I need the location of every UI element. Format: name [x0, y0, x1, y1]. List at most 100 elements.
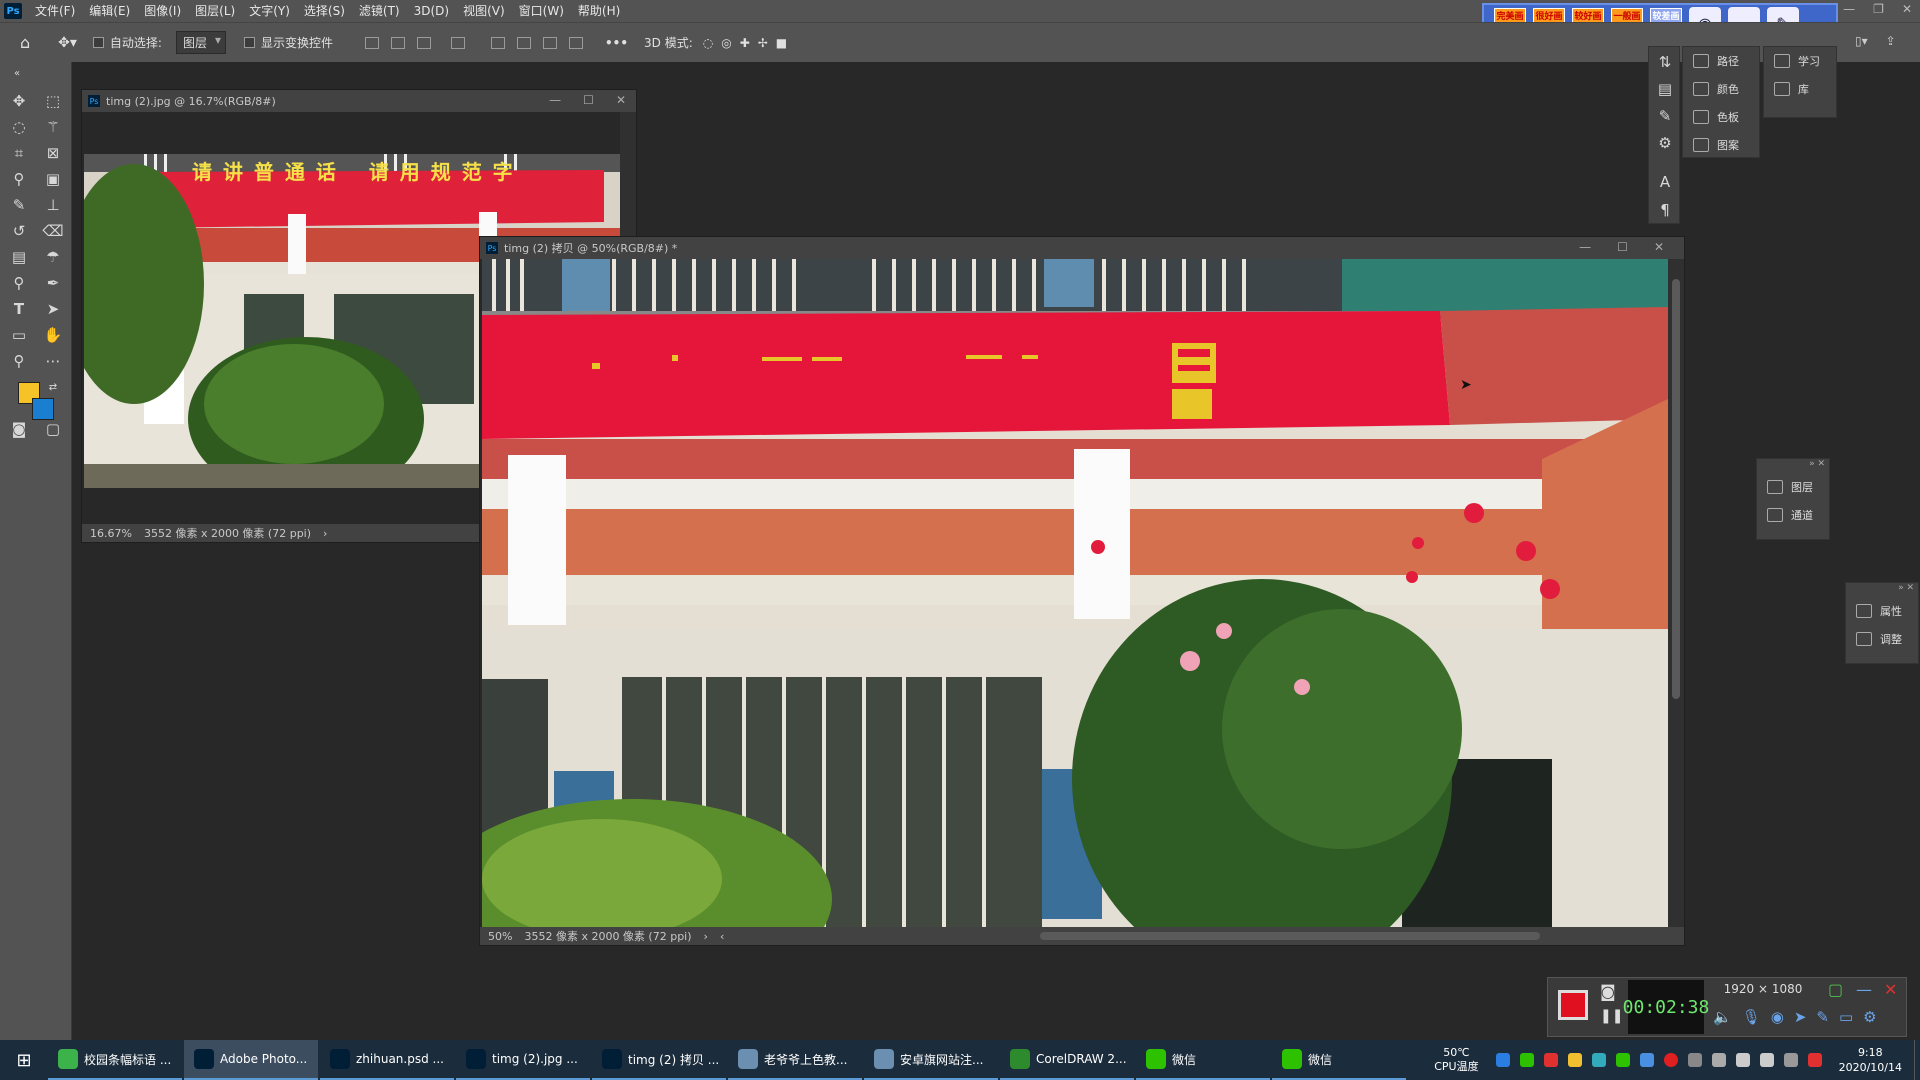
eraser-tool-icon[interactable]: ⌫: [42, 220, 64, 242]
microphone-icon[interactable]: 🎙: [1742, 1008, 1761, 1026]
adjustments-icon[interactable]: ⚙: [1654, 132, 1676, 154]
show-transform-checkbox[interactable]: [243, 37, 255, 48]
tray-record-icon[interactable]: [1663, 1053, 1678, 1067]
menu-view[interactable]: 视图(V): [456, 0, 512, 22]
region-icon[interactable]: ▢: [1828, 980, 1843, 999]
layer-select-dropdown[interactable]: 图层: [175, 31, 226, 54]
home-icon[interactable]: ⌂: [20, 33, 30, 52]
menu-edit[interactable]: 编辑(E): [82, 0, 137, 22]
tray-app-icon[interactable]: [1807, 1053, 1822, 1067]
collapse-icon[interactable]: «: [6, 62, 28, 84]
zoom-tool-icon[interactable]: ⚲: [8, 350, 30, 372]
document-info[interactable]: 3552 像素 x 2000 像素 (72 ppi): [524, 928, 691, 944]
restore-icon[interactable]: ❐: [1873, 2, 1884, 16]
brush-tool-icon[interactable]: ✎: [8, 194, 30, 216]
document-window-copy[interactable]: Ps timg (2) 拷贝 @ 50%(RGB/8#) * — ☐ ✕ ➤ 5…: [479, 236, 1685, 946]
pause-icon[interactable]: ❚❚: [1600, 1008, 1623, 1024]
history-brush-icon[interactable]: ↺: [8, 220, 30, 242]
menu-select[interactable]: 选择(S): [297, 0, 352, 22]
stamp-tool-icon[interactable]: ⊥: [42, 194, 64, 216]
magic-wand-tool-icon[interactable]: ⚚: [42, 116, 64, 138]
volume-icon[interactable]: [1759, 1053, 1774, 1067]
panel-collapse-icon[interactable]: » ✕: [1846, 583, 1918, 597]
tray-wechat-icon[interactable]: [1615, 1053, 1630, 1067]
share-icon[interactable]: ⇪: [1886, 34, 1896, 48]
taskbar-item[interactable]: 微信: [1136, 1040, 1270, 1080]
taskbar-item[interactable]: Adobe Photo...: [184, 1040, 318, 1080]
panel-adjustments[interactable]: 调整: [1846, 625, 1918, 653]
panel-properties[interactable]: 属性: [1846, 597, 1918, 625]
stop-record-button[interactable]: [1558, 990, 1588, 1020]
align-middle-icon[interactable]: [517, 36, 531, 49]
maximize-icon[interactable]: ☐: [583, 93, 594, 107]
panel-swatches[interactable]: 色板: [1683, 103, 1759, 131]
align-bottom-icon[interactable]: [543, 36, 557, 49]
document-title-bar[interactable]: Ps timg (2) 拷贝 @ 50%(RGB/8#) * — ☐ ✕: [480, 237, 1684, 259]
more-options-button[interactable]: •••: [605, 36, 628, 50]
brush-settings-icon[interactable]: ✎: [1654, 105, 1676, 127]
pen-icon[interactable]: ✎: [1816, 1008, 1829, 1026]
paragraph-icon[interactable]: ¶: [1654, 199, 1676, 221]
scrollbar-thumb[interactable]: [1672, 279, 1680, 699]
distribute-icon[interactable]: [451, 36, 465, 49]
crop-tool-icon[interactable]: ⌗: [8, 142, 30, 164]
menu-window[interactable]: 窗口(W): [512, 0, 571, 22]
panel-channels[interactable]: 通道: [1757, 501, 1829, 529]
taskbar-item[interactable]: 安卓旗网站注...: [864, 1040, 998, 1080]
taskbar-item[interactable]: 校园条幅标语 ...: [48, 1040, 182, 1080]
close-icon[interactable]: ✕: [616, 93, 626, 107]
patch-tool-icon[interactable]: ▣: [42, 168, 64, 190]
settings-icon[interactable]: ⚙: [1863, 1008, 1876, 1026]
tray-wechat-icon[interactable]: [1519, 1053, 1534, 1067]
zoom-level[interactable]: 50%: [488, 930, 512, 943]
frame-tool-icon[interactable]: ⊠: [42, 142, 64, 164]
windows-start-icon[interactable]: ⊞: [0, 1040, 48, 1080]
menu-help[interactable]: 帮助(H): [571, 0, 627, 22]
rectangle-tool-icon[interactable]: ▭: [8, 324, 30, 346]
move-tool-icon[interactable]: ✥: [8, 90, 30, 112]
panel-patterns[interactable]: 图案: [1683, 131, 1759, 159]
tray-app-icon[interactable]: [1783, 1053, 1798, 1067]
menu-layer[interactable]: 图层(L): [188, 0, 242, 22]
tray-app-icon[interactable]: [1543, 1053, 1558, 1067]
panel-layers[interactable]: 图层: [1757, 473, 1829, 501]
close-icon[interactable]: ✕: [1902, 2, 1912, 16]
horizontal-scrollbar-thumb[interactable]: [1040, 932, 1540, 940]
menu-filter[interactable]: 滤镜(T): [352, 0, 407, 22]
clock[interactable]: 9:18 2020/10/14: [1839, 1045, 1902, 1075]
taskbar-item[interactable]: CorelDRAW 2...: [1000, 1040, 1134, 1080]
panel-collapse-icon[interactable]: » ✕: [1757, 459, 1829, 473]
type-tool-icon[interactable]: T: [8, 298, 30, 320]
menu-3d[interactable]: 3D(D): [407, 0, 456, 22]
maximize-icon[interactable]: ☐: [1617, 240, 1628, 254]
tray-shield-icon[interactable]: [1591, 1053, 1606, 1067]
history-icon[interactable]: ⇅: [1654, 51, 1676, 73]
eyedropper-tool-icon[interactable]: ⚲: [8, 168, 30, 190]
menu-image[interactable]: 图像(I): [137, 0, 188, 22]
document-canvas-copy[interactable]: [482, 259, 1668, 927]
align-right-icon[interactable]: [417, 36, 431, 49]
chevron-right-icon[interactable]: ›: [323, 527, 327, 540]
vertical-scrollbar[interactable]: [1668, 259, 1684, 929]
minimize-icon[interactable]: —: [1579, 240, 1591, 254]
chevron-right-icon[interactable]: ›: [704, 930, 708, 943]
tray-mic-icon[interactable]: [1711, 1053, 1726, 1067]
menu-file[interactable]: 文件(F): [28, 0, 82, 22]
path-select-icon[interactable]: ➤: [42, 298, 64, 320]
taskbar-item[interactable]: timg (2).jpg ...: [456, 1040, 590, 1080]
tray-app-icon[interactable]: [1567, 1053, 1582, 1067]
quick-mask-icon[interactable]: ◙: [8, 418, 30, 440]
tray-app-icon[interactable]: [1639, 1053, 1654, 1067]
folder-icon[interactable]: ▭: [1839, 1008, 1853, 1026]
taskbar-item[interactable]: 老爷爷上色教...: [728, 1040, 862, 1080]
align-left-icon[interactable]: [365, 36, 379, 49]
show-desktop-button[interactable]: [1914, 1040, 1920, 1080]
background-color-swatch[interactable]: [32, 398, 54, 420]
character-icon[interactable]: A: [1654, 171, 1676, 193]
workspace-icon[interactable]: ▯▾: [1855, 34, 1868, 48]
cpu-temp-widget[interactable]: 50℃ CPU温度: [1434, 1046, 1478, 1074]
dodge-tool-icon[interactable]: ⚲: [8, 272, 30, 294]
close-icon[interactable]: ✕: [1654, 240, 1664, 254]
swatch-icon[interactable]: ▤: [1654, 78, 1676, 100]
camera-icon[interactable]: ◙: [1600, 982, 1616, 1001]
